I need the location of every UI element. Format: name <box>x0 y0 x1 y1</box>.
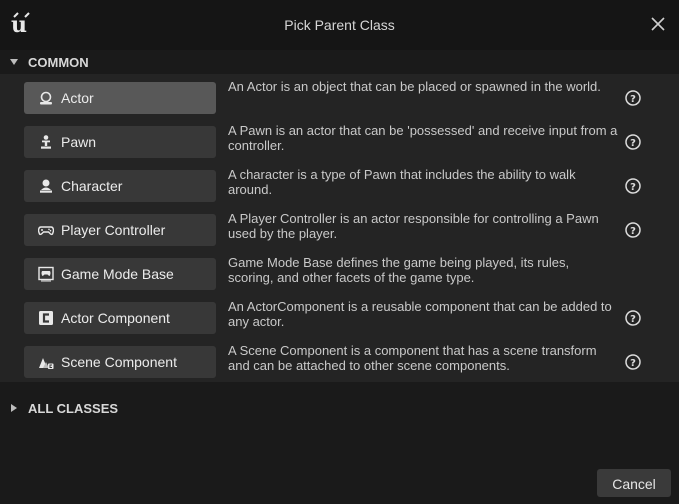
pawn-description: A Pawn is an actor that can be 'possesse… <box>228 123 618 153</box>
help-icon[interactable]: ? <box>624 353 642 371</box>
actor-icon <box>40 91 52 105</box>
help-icon[interactable]: ? <box>624 89 642 107</box>
caret-right-icon <box>11 404 17 412</box>
svg-text:?: ? <box>630 226 636 237</box>
scene-component-description: A Scene Component is a component that ha… <box>228 343 597 373</box>
actor-component-icon <box>39 311 53 325</box>
class-row-game-mode-base: Game Mode Base Game Mode Base defines th… <box>0 255 679 299</box>
actor-component-button-label: Actor Component <box>61 310 170 326</box>
pawn-button[interactable]: Pawn <box>24 126 216 158</box>
class-row-player-controller: Player Controller A Player Controller is… <box>0 211 679 255</box>
help-icon[interactable]: ? <box>624 133 642 151</box>
scene-component-icon <box>39 358 54 369</box>
actor-button[interactable]: Actor <box>24 82 216 114</box>
common-section-header[interactable]: COMMON <box>0 50 679 74</box>
help-icon[interactable]: ? <box>624 221 642 239</box>
scene-component-button[interactable]: Scene Component <box>24 346 216 378</box>
dialog-title: Pick Parent Class <box>284 17 395 33</box>
all-classes-section-label: ALL CLASSES <box>28 400 119 416</box>
actor-component-description: An ActorComponent is a reusable componen… <box>228 299 612 329</box>
character-button[interactable]: Character <box>24 170 216 202</box>
actor-component-button[interactable]: Actor Component <box>24 302 216 334</box>
class-row-character: Character A character is a type of Pawn … <box>0 167 679 211</box>
game-mode-base-button-label: Game Mode Base <box>61 266 174 282</box>
svg-text:?: ? <box>630 358 636 369</box>
svg-text:?: ? <box>630 94 636 105</box>
player-controller-button-label: Player Controller <box>61 222 166 238</box>
common-class-list: Actor An Actor is an object that can be … <box>0 74 679 382</box>
game-mode-icon <box>38 266 54 282</box>
close-icon[interactable] <box>647 13 669 35</box>
class-row-actor: Actor An Actor is an object that can be … <box>0 79 679 123</box>
cancel-button[interactable]: Cancel <box>597 469 671 497</box>
actor-description: An Actor is an object that can be placed… <box>228 79 601 94</box>
help-icon[interactable]: ? <box>624 177 642 195</box>
svg-text:?: ? <box>630 314 636 325</box>
common-section-label: COMMON <box>28 54 89 70</box>
help-icon[interactable]: ? <box>624 309 642 327</box>
player-controller-button[interactable]: Player Controller <box>24 214 216 246</box>
all-classes-section-header[interactable]: ALL CLASSES <box>0 396 679 420</box>
title-bar[interactable]: u Pick Parent Class <box>0 0 679 50</box>
pawn-button-label: Pawn <box>61 134 97 150</box>
actor-button-label: Actor <box>61 90 94 106</box>
scene-component-button-label: Scene Component <box>61 354 177 370</box>
class-row-actor-component: Actor Component An ActorComponent is a r… <box>0 299 679 343</box>
pawn-icon <box>41 135 51 149</box>
game-mode-base-button[interactable]: Game Mode Base <box>24 258 216 290</box>
player-controller-description: A Player Controller is an actor responsi… <box>228 211 599 241</box>
character-button-label: Character <box>61 178 123 194</box>
character-icon <box>40 179 52 193</box>
caret-down-icon <box>10 59 18 65</box>
pick-parent-class-dialog: u Pick Parent Class COMMON Actor An Acto… <box>0 0 679 504</box>
svg-text:?: ? <box>630 182 636 193</box>
gamepad-icon <box>38 226 54 236</box>
character-description: A character is a type of Pawn that inclu… <box>228 167 576 197</box>
game-mode-base-description: Game Mode Base defines the game being pl… <box>228 255 570 285</box>
class-row-scene-component: Scene Component A Scene Component is a c… <box>0 343 679 387</box>
class-row-pawn: Pawn A Pawn is an actor that can be 'pos… <box>0 123 679 167</box>
svg-text:?: ? <box>630 138 636 149</box>
